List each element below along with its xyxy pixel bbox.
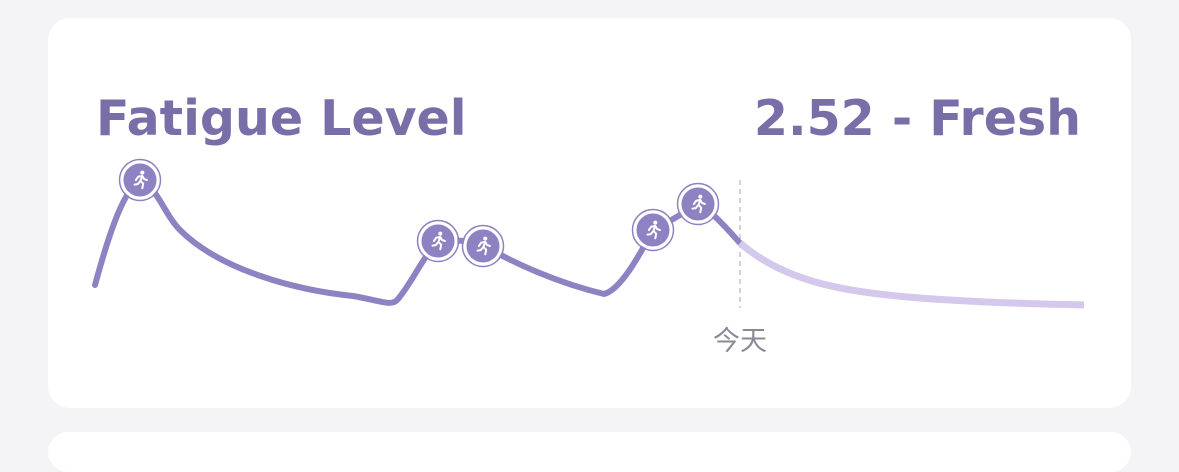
activity-marker-5[interactable] bbox=[676, 182, 720, 226]
activity-marker-2[interactable] bbox=[416, 219, 460, 263]
activity-marker-3[interactable] bbox=[461, 224, 505, 268]
activity-marker-4[interactable] bbox=[631, 208, 675, 252]
fatigue-chart: 今天 bbox=[92, 158, 1085, 357]
fatigue-card: Fatigue Level 2.52 - Fresh 今天 bbox=[48, 18, 1131, 408]
fatigue-line-projection bbox=[737, 240, 1085, 309]
today-label: 今天 bbox=[713, 326, 767, 357]
next-card bbox=[48, 432, 1131, 472]
activity-marker-1[interactable] bbox=[118, 158, 162, 202]
